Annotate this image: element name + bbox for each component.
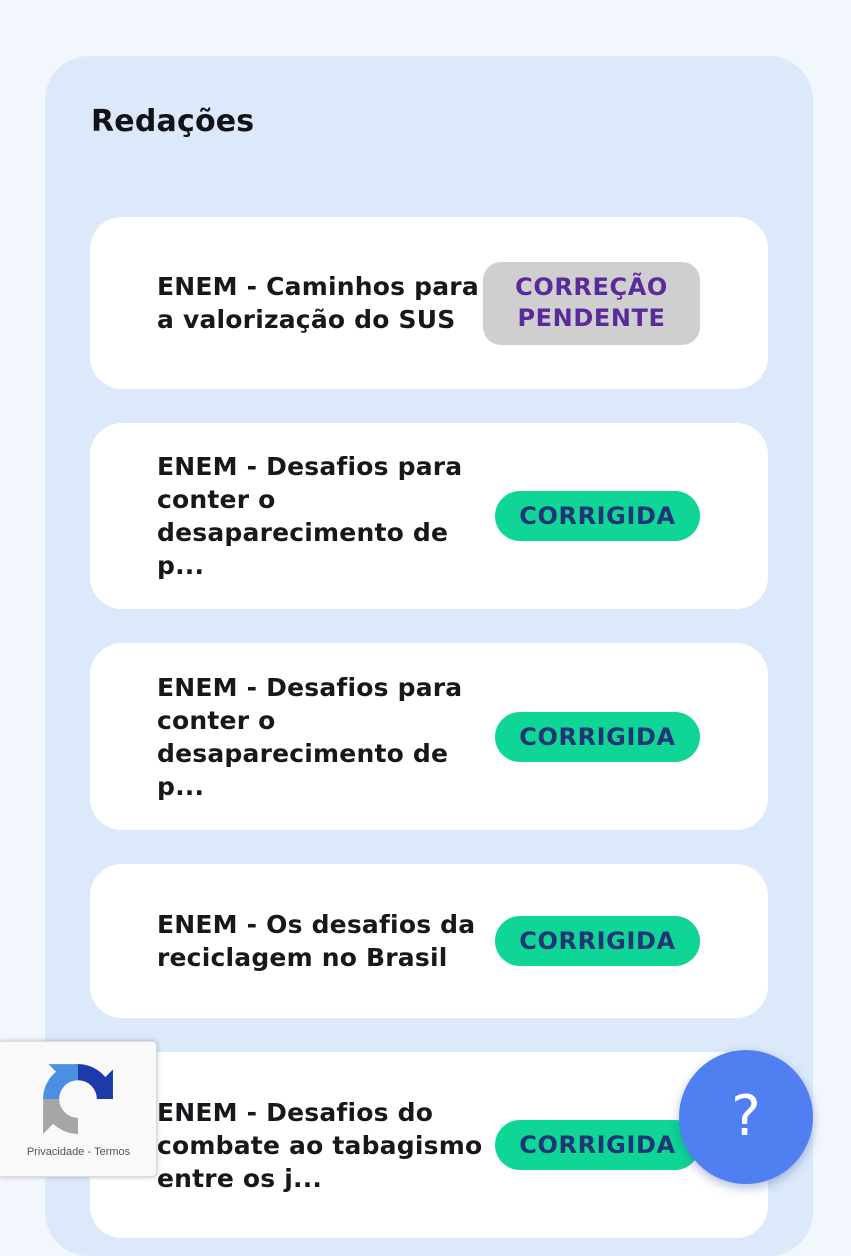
recaptcha-badge[interactable]: Privacidade - Termos (0, 1041, 157, 1177)
section-title: Redações (91, 104, 255, 139)
essay-title: ENEM - Desafios para conter o desapareci… (157, 452, 463, 580)
status-badge-corrected: CORRIGIDA (495, 916, 700, 966)
terms-link[interactable]: Termos (94, 1146, 130, 1158)
essay-card[interactable]: ENEM - Os desafios da reciclagem no Bras… (90, 864, 768, 1018)
status-badge-corrected: CORRIGIDA (495, 711, 700, 762)
privacy-link[interactable]: Privacidade (27, 1146, 84, 1158)
help-button[interactable]: ? (679, 1050, 813, 1184)
status-badge-pending: CORREÇÃO PENDENTE (483, 261, 700, 345)
essay-title: ENEM - Desafios para conter o desapareci… (157, 672, 463, 801)
recaptcha-links: Privacidade - Termos (0, 1146, 157, 1158)
essay-title: ENEM - Desafios do combate ao tabagismo … (157, 1097, 483, 1193)
help-icon: ? (731, 1084, 761, 1149)
links-separator: - (87, 1146, 92, 1158)
essay-card[interactable]: ENEM - Desafios do combate ao tabagismo … (90, 1052, 768, 1238)
status-badge-corrected: CORRIGIDA (495, 1120, 700, 1170)
essay-card[interactable]: ENEM - Desafios para conter o desapareci… (90, 643, 768, 830)
essay-card[interactable]: ENEM - Caminhos para a valorização do SU… (90, 217, 768, 389)
status-badge-corrected: CORRIGIDA (495, 491, 700, 541)
essay-card[interactable]: ENEM - Desafios para conter o desapareci… (90, 423, 768, 609)
recaptcha-logo-icon (43, 1064, 113, 1134)
essay-title: ENEM - Os desafios da reciclagem no Bras… (157, 910, 476, 972)
essay-title: ENEM - Caminhos para a valorização do SU… (157, 272, 479, 334)
